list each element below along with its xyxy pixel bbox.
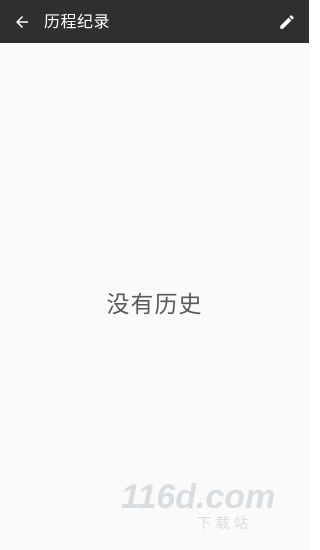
svg-text:116d.com: 116d.com	[121, 478, 275, 516]
page-title: 历程纪录	[44, 12, 111, 31]
app-bar: 历程纪录	[0, 0, 309, 43]
watermark-logo: 116d.com 下 载 站	[121, 478, 275, 532]
back-button[interactable]	[0, 0, 44, 43]
svg-text:下 载 站: 下 载 站	[197, 516, 248, 532]
pencil-icon	[280, 14, 294, 29]
empty-history-message: 没有历史	[106, 292, 203, 318]
history-screen: 历程纪录 没有历史 116d.com 下 载 站	[0, 0, 309, 550]
arrow-left-icon	[16, 15, 28, 28]
edit-button[interactable]	[265, 0, 309, 43]
